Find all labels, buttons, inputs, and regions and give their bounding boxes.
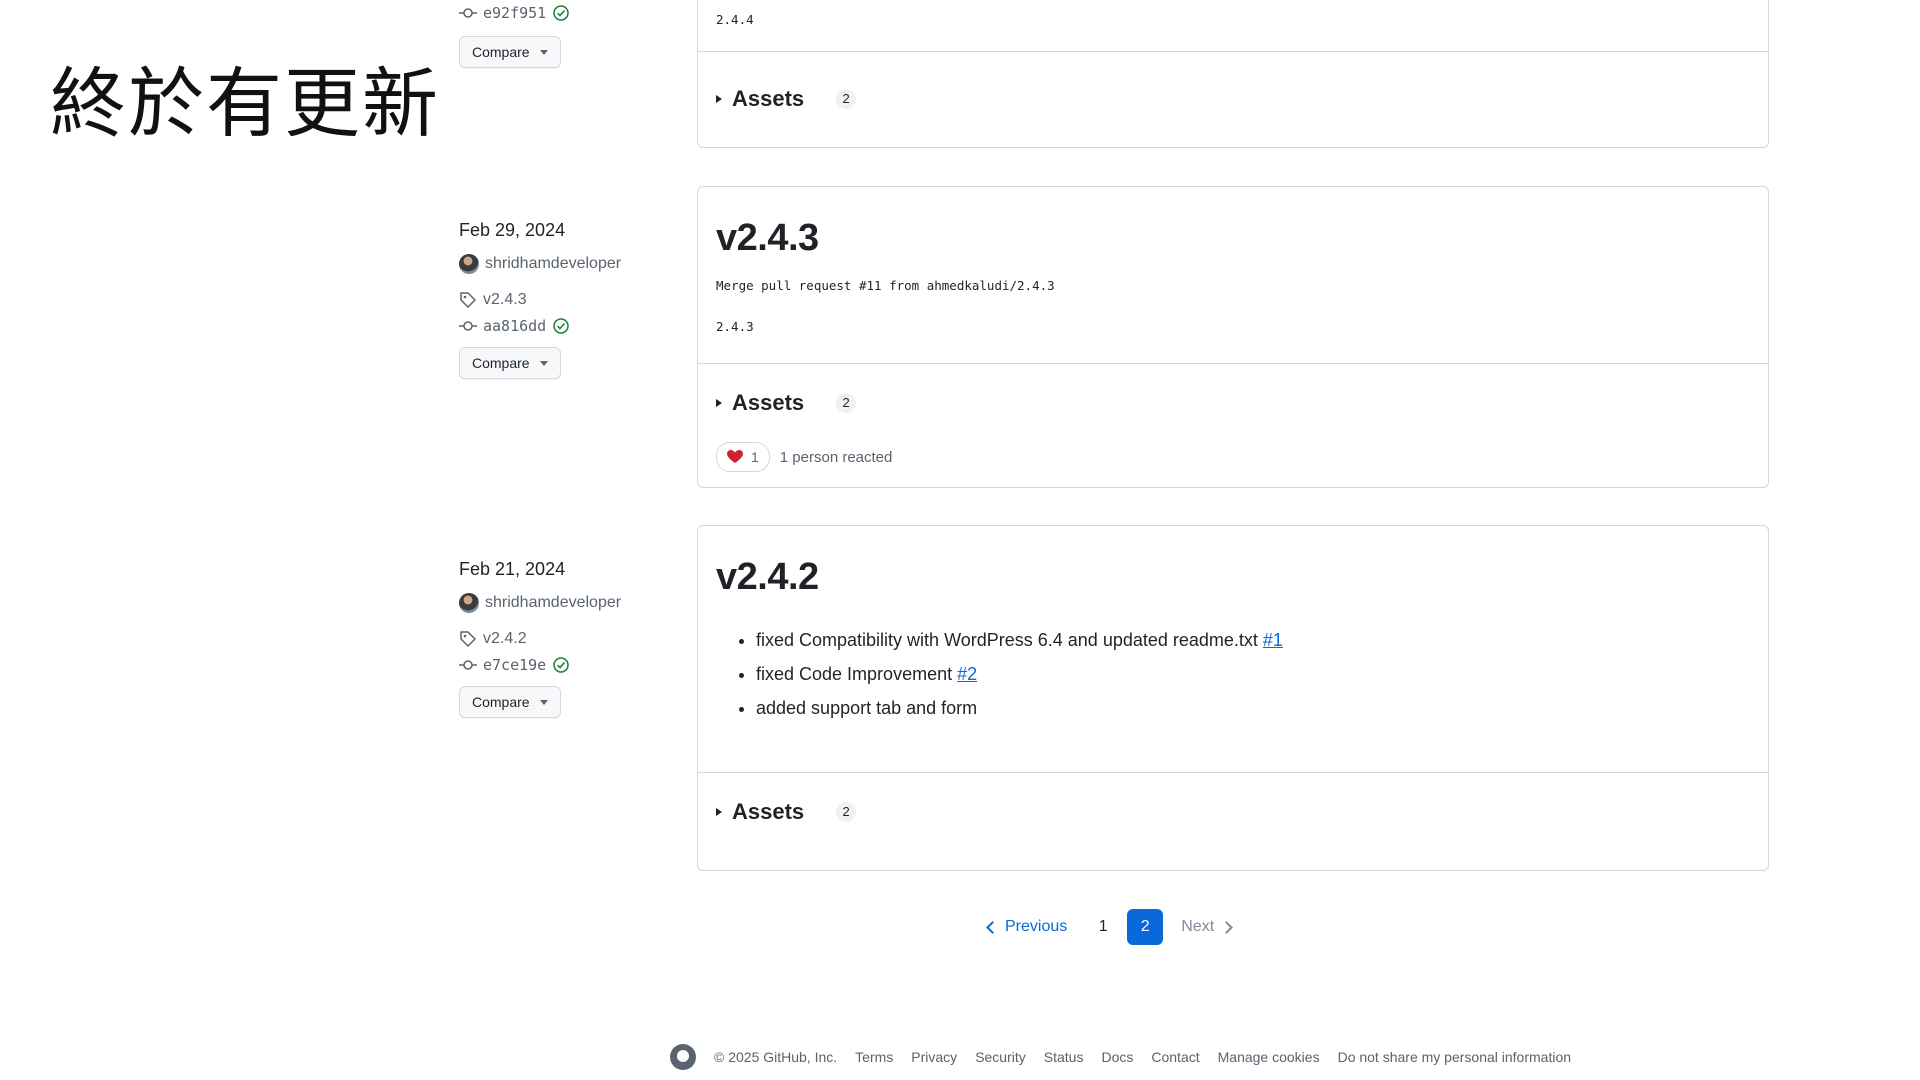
compare-button[interactable]: Compare [459, 347, 561, 379]
avatar [459, 593, 479, 613]
compare-button[interactable]: Compare [459, 36, 561, 68]
previous-label: Previous [1005, 918, 1068, 935]
note-text: fixed Code Improvement [756, 664, 958, 684]
release-title[interactable]: v2.4.2 [716, 526, 1750, 599]
issue-link[interactable]: #2 [957, 664, 977, 684]
assets-count: 2 [836, 393, 857, 413]
author-row[interactable]: shridhamdeveloper [459, 590, 659, 616]
author-row[interactable]: shridhamdeveloper [459, 251, 659, 277]
list-item: fixed Compatibility with WordPress 6.4 a… [756, 623, 1750, 657]
issue-link[interactable]: #1 [1263, 630, 1283, 650]
tag-icon [460, 631, 476, 647]
footer-link-do-not-share[interactable]: Do not share my personal information [1338, 1049, 1571, 1065]
tag-name[interactable]: v2.4.2 [483, 626, 527, 652]
current-page[interactable]: 2 [1127, 909, 1164, 945]
reaction-count: 1 [751, 449, 759, 465]
assets-toggle[interactable]: Assets 2 [698, 364, 1768, 442]
overlay-title: 終於有更新 [50, 59, 440, 148]
footer-link-manage-cookies[interactable]: Manage cookies [1218, 1049, 1320, 1065]
release-date: Feb 21, 2024 [459, 559, 566, 579]
release-card: v2.4.3 Merge pull request #11 from ahmed… [697, 186, 1769, 488]
pagination: Previous 1 2 Next [986, 909, 1234, 945]
commit-hash[interactable]: e7ce19e [483, 652, 546, 678]
chevron-down-icon [539, 360, 548, 366]
next-label: Next [1181, 918, 1215, 935]
chevron-left-icon [986, 920, 999, 934]
assets-label: Assets [732, 799, 805, 824]
verified-icon [553, 657, 569, 673]
chevron-down-icon [539, 699, 548, 705]
release-body-text: 2.4.4 [716, 12, 754, 27]
note-text: added support tab and form [756, 698, 978, 718]
next-page-link[interactable]: Next [1181, 918, 1234, 936]
compare-button[interactable]: Compare [459, 686, 561, 718]
expand-triangle-icon [716, 808, 722, 816]
assets-count: 2 [836, 89, 857, 109]
verified-icon [553, 5, 569, 21]
assets-count: 2 [836, 802, 857, 822]
release-card: v2.4.2 fixed Compatibility with WordPres… [697, 525, 1769, 871]
expand-triangle-icon [716, 399, 722, 407]
commit-icon [459, 660, 477, 670]
chevron-right-icon [1220, 920, 1234, 934]
tag-row[interactable]: v2.4.3 [459, 287, 659, 313]
compare-label: Compare [472, 355, 530, 371]
heart-icon [727, 450, 743, 463]
release-notes-list: fixed Compatibility with WordPress 6.4 a… [716, 623, 1750, 725]
commit-hash[interactable]: aa816dd [483, 313, 546, 339]
release-meta: Feb 21, 2024 shridhamdeveloper v2.4.2 e7… [459, 556, 659, 718]
reactions-row: 1 1 person reacted [698, 442, 1768, 472]
footer: © 2025 GitHub, Inc. Terms Privacy Securi… [670, 1044, 1571, 1070]
github-logo-icon[interactable] [670, 1044, 696, 1070]
author-name[interactable]: shridhamdeveloper [485, 590, 621, 616]
release-meta: Feb 29, 2024 shridhamdeveloper v2.4.3 aa… [459, 217, 659, 379]
tag-row[interactable]: v2.4.2 [459, 626, 659, 652]
note-text: fixed Compatibility with WordPress 6.4 a… [756, 630, 1263, 650]
assets-label: Assets [732, 390, 805, 415]
assets-toggle[interactable]: Assets 2 [698, 773, 1768, 851]
footer-link-status[interactable]: Status [1044, 1049, 1084, 1065]
avatar [459, 254, 479, 274]
commit-icon [459, 321, 477, 331]
compare-label: Compare [472, 44, 530, 60]
commit-hash[interactable]: e92f951 [483, 0, 546, 26]
footer-copyright: © 2025 GitHub, Inc. [714, 1049, 838, 1065]
list-item: added support tab and form [756, 691, 1750, 725]
footer-link-docs[interactable]: Docs [1101, 1049, 1133, 1065]
heart-reaction-button[interactable]: 1 [716, 442, 770, 472]
commit-row: e7ce19e [459, 652, 659, 678]
verified-icon [553, 318, 569, 334]
reaction-summary: 1 person reacted [779, 448, 893, 466]
tag-icon [460, 292, 476, 308]
assets-label: Assets [732, 86, 805, 111]
footer-link-security[interactable]: Security [975, 1049, 1026, 1065]
release-title[interactable]: v2.4.3 [716, 187, 1750, 260]
previous-page-link[interactable]: Previous [986, 918, 1068, 936]
release-date: Feb 29, 2024 [459, 220, 566, 240]
expand-triangle-icon [716, 95, 722, 103]
assets-toggle[interactable]: Assets 2 [698, 52, 1768, 156]
commit-row: e92f951 [459, 0, 659, 26]
release-body-text: 2.4.3 [716, 319, 754, 334]
commit-message: Merge pull request #11 from ahmedkaludi/… [716, 278, 1055, 293]
release-card: 2.4.4 Assets 2 [697, 0, 1769, 148]
commit-icon [459, 8, 477, 18]
list-item: fixed Code Improvement #2 [756, 657, 1750, 691]
page-link[interactable]: 1 [1085, 909, 1121, 945]
tag-name[interactable]: v2.4.3 [483, 287, 527, 313]
footer-link-terms[interactable]: Terms [855, 1049, 893, 1065]
release-meta: e92f951 Compare [459, 0, 659, 68]
chevron-down-icon [539, 49, 548, 55]
compare-label: Compare [472, 694, 530, 710]
footer-link-contact[interactable]: Contact [1151, 1049, 1199, 1065]
commit-row: aa816dd [459, 313, 659, 339]
author-name[interactable]: shridhamdeveloper [485, 251, 621, 277]
footer-link-privacy[interactable]: Privacy [911, 1049, 957, 1065]
